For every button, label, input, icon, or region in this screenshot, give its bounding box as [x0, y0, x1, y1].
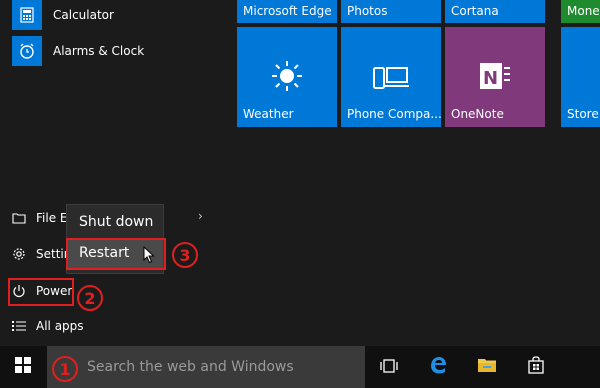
tile-label-microsoft-edge: Microsoft Edge: [243, 4, 332, 18]
tile-label-weather: Weather: [243, 107, 294, 121]
tile-phone-companion[interactable]: Phone Compa...: [341, 27, 441, 127]
tile-microsoft-edge[interactable]: Microsoft Edge: [237, 0, 337, 23]
places-label-all-apps: All apps: [36, 319, 84, 333]
places-item-all-apps[interactable]: All apps: [12, 315, 84, 337]
search-box[interactable]: [47, 346, 365, 388]
edge-icon: [428, 355, 448, 379]
app-label-alarms-clock: Alarms & Clock: [53, 44, 145, 58]
taskbar-edge-button[interactable]: [418, 346, 458, 388]
tile-label-onenote: OneNote: [451, 107, 504, 121]
task-view-button[interactable]: [369, 346, 409, 388]
weather-sun-icon: [270, 59, 304, 97]
task-view-icon: [380, 358, 398, 377]
settings-gear-icon: [12, 247, 26, 261]
file-explorer-icon: [12, 211, 26, 225]
taskbar-file-explorer-button[interactable]: [467, 346, 507, 388]
highlight-box-power: [8, 278, 74, 306]
app-item-alarms-clock[interactable]: Alarms & Clock: [12, 36, 144, 66]
tile-label-photos: Photos: [347, 4, 388, 18]
highlight-box-restart: [66, 238, 166, 270]
annotation-step-2: 2: [77, 285, 103, 311]
tile-money[interactable]: Mone: [561, 0, 600, 23]
tile-store[interactable]: Store: [561, 27, 600, 127]
menu-item-shut-down[interactable]: Shut down: [67, 207, 163, 237]
search-input[interactable]: [87, 359, 347, 375]
tile-label-phone-companion: Phone Compa...: [347, 107, 441, 121]
list-icon: [12, 319, 26, 333]
file-explorer-icon: [477, 357, 497, 377]
menu-item-shut-down-label: Shut down: [79, 214, 154, 230]
onenote-icon: N: [478, 59, 512, 97]
tile-label-store: Store: [567, 107, 599, 121]
app-label-calculator: Calculator: [53, 8, 114, 22]
calculator-icon: [12, 0, 42, 30]
tile-photos[interactable]: Photos: [341, 0, 441, 23]
alarm-clock-icon: [12, 36, 42, 66]
annotation-step-3: 3: [172, 242, 198, 268]
start-button[interactable]: [2, 346, 44, 388]
app-item-calculator[interactable]: Calculator: [12, 0, 114, 30]
tile-label-money: Mone: [567, 4, 600, 18]
svg-text:N: N: [483, 68, 498, 89]
tile-label-cortana: Cortana: [451, 4, 499, 18]
store-icon: [527, 356, 545, 378]
taskbar-store-button[interactable]: [516, 346, 556, 388]
windows-logo-icon: [15, 357, 31, 377]
places-item-settings[interactable]: Settin: [12, 243, 71, 265]
tile-weather[interactable]: Weather: [237, 27, 337, 127]
tile-onenote[interactable]: N OneNote: [445, 27, 545, 127]
phone-companion-icon: [373, 65, 409, 95]
chevron-right-icon[interactable]: ›: [198, 209, 203, 223]
annotation-step-1: 1: [52, 356, 78, 382]
tile-cortana[interactable]: Cortana: [445, 0, 545, 23]
